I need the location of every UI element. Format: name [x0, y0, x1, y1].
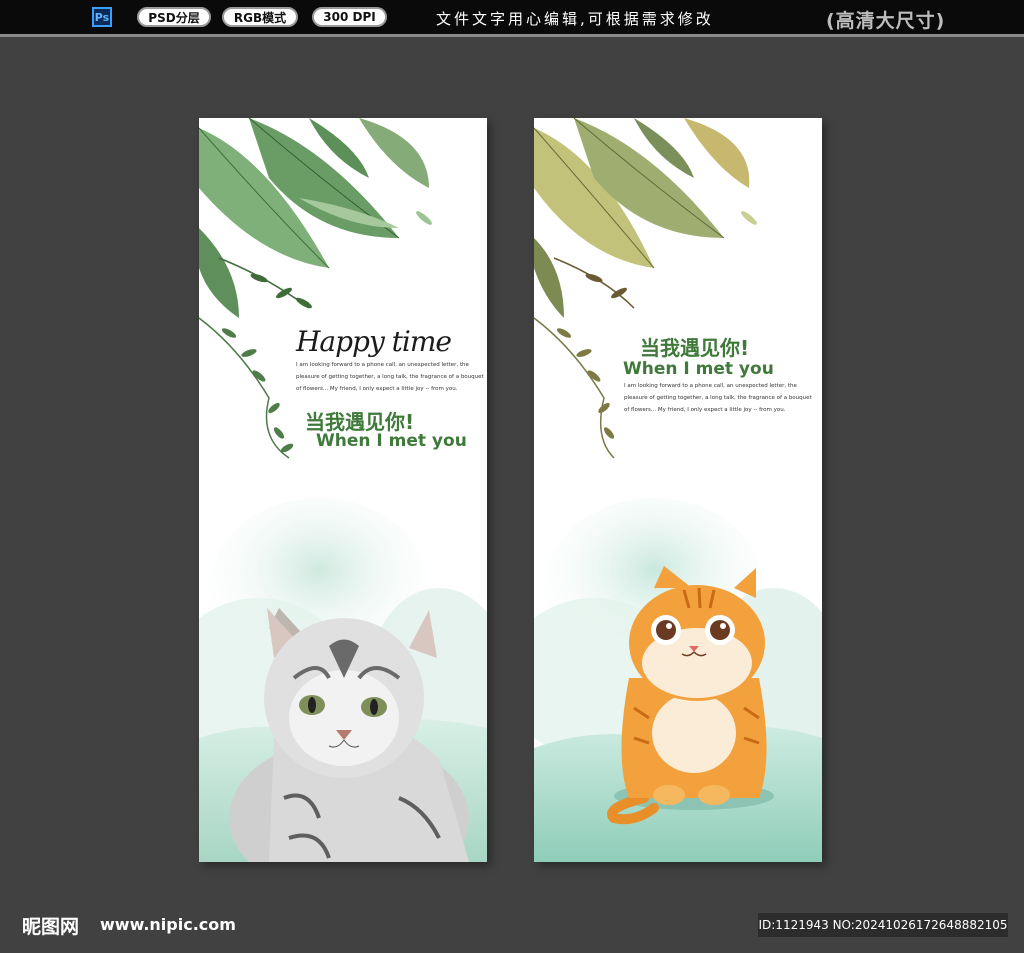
rgb-mode-badge: RGB模式 — [222, 7, 298, 27]
right-cn-title: 当我遇见你! — [640, 336, 750, 360]
happy-time-title: Happy time — [296, 325, 452, 358]
right-poster: 当我遇见你! When I met you I am looking forwa… — [534, 118, 822, 862]
image-id-badge: ID:1121943 NO:20241026172648882105 — [758, 913, 1008, 937]
left-en-title: When I met you — [316, 431, 467, 451]
paragraph-line: I am looking forward to a phone call, an… — [296, 362, 469, 368]
dpi-badge: 300 DPI — [312, 7, 387, 27]
right-poster-artwork — [534, 118, 822, 862]
top-bar: Ps PSD分层 RGB模式 300 DPI 文件文字用心编辑,可根据需求修改 … — [0, 0, 1024, 37]
left-poster: Happy time I am looking forward to a pho… — [199, 118, 487, 862]
nipic-logo: 昵图网 — [22, 916, 80, 938]
paragraph-line: pleasure of getting together, a long tal… — [296, 374, 484, 380]
site-url[interactable]: www.nipic.com — [100, 915, 236, 934]
right-en-title: When I met you — [623, 359, 774, 379]
photoshop-icon: Ps — [92, 7, 112, 27]
paragraph-line: of flowers... My friend, I only expect a… — [296, 386, 458, 392]
paragraph-line: pleasure of getting together, a long tal… — [624, 395, 812, 401]
left-paragraph: I am looking forward to a phone call, an… — [296, 359, 484, 395]
size-badge: (高清大尺寸) — [826, 10, 946, 32]
left-poster-artwork — [199, 118, 487, 862]
paragraph-line: I am looking forward to a phone call, an… — [624, 383, 797, 389]
paragraph-line: of flowers... My friend, I only expect a… — [624, 407, 786, 413]
right-paragraph: I am looking forward to a phone call, an… — [624, 380, 812, 416]
edit-notice: 文件文字用心编辑,可根据需求修改 — [436, 10, 714, 28]
psd-layers-badge: PSD分层 — [137, 7, 211, 27]
